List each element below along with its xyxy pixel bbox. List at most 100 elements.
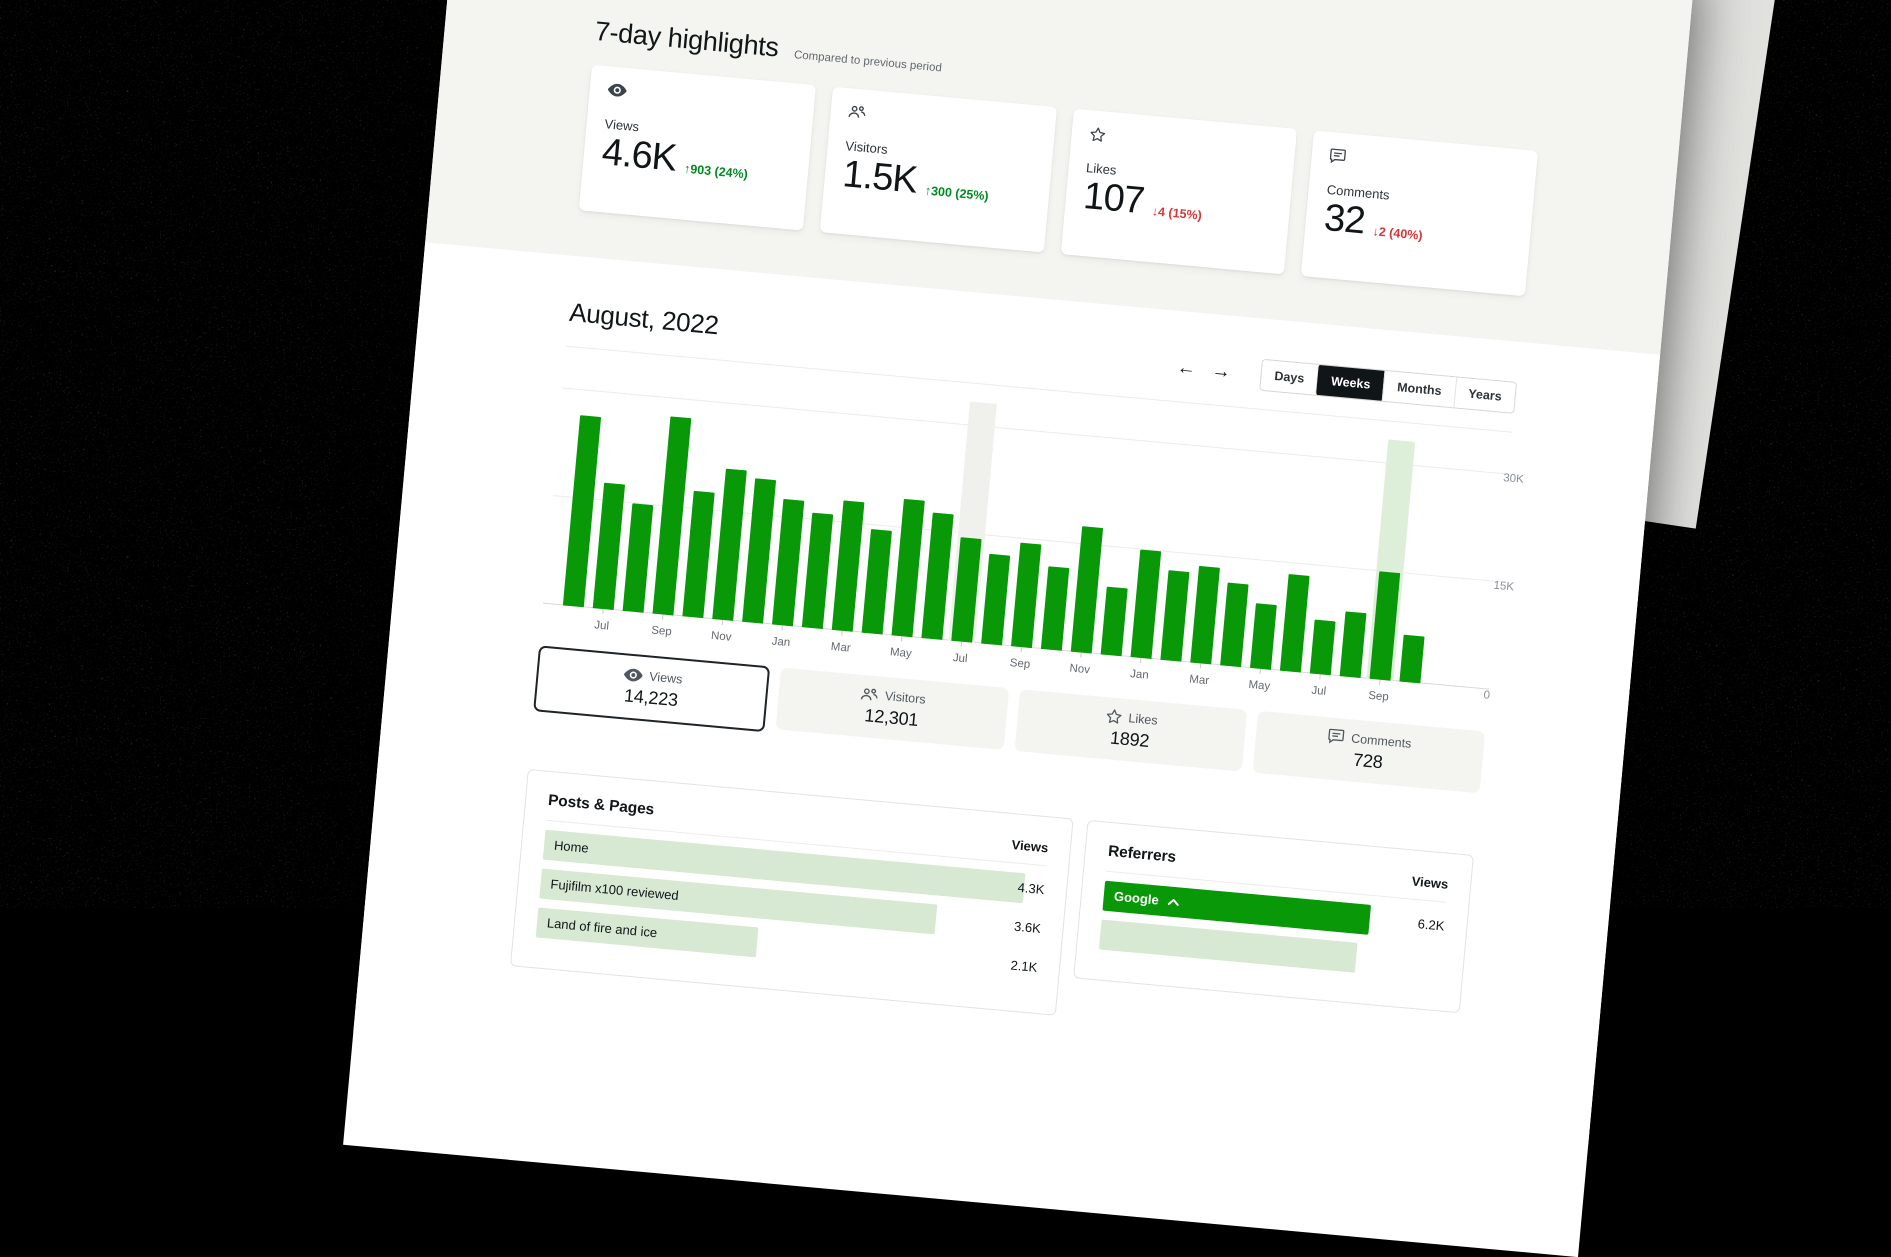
list-item-views: 2.1K (1009, 951, 1038, 983)
x-axis-label: May (1248, 668, 1271, 688)
x-axis-label: Sep (1368, 679, 1391, 699)
card-value: 4.6K (600, 133, 677, 179)
x-axis-label: Jul (591, 608, 614, 628)
chart-bar[interactable] (712, 468, 747, 620)
metric-tab-value: 728 (1352, 749, 1383, 773)
next-period-button[interactable]: → (1203, 360, 1240, 382)
x-axis-label: Nov (711, 619, 734, 639)
chart-bar[interactable] (1310, 620, 1336, 676)
views-column-header: Views (1011, 837, 1049, 855)
chart-bar[interactable] (1280, 574, 1310, 673)
x-axis-label: Jan (1129, 657, 1152, 677)
trend-up-badge: ↑903 (24%) (684, 162, 749, 182)
x-axis-label: Jul (1308, 673, 1331, 693)
x-axis-label: Nov (1069, 652, 1092, 672)
list-item-views: 3.6K (1013, 912, 1042, 944)
chart-bar[interactable] (1071, 526, 1103, 653)
metric-tab-likes[interactable]: Likes 1892 (1014, 689, 1247, 771)
comment-icon (1329, 148, 1519, 183)
highlights-subtitle: Compared to previous period (793, 49, 942, 74)
tab-weeks[interactable]: Weeks (1315, 364, 1386, 402)
views-column-header: Views (1411, 873, 1449, 891)
chart-bar[interactable] (772, 499, 804, 626)
star-icon (1105, 709, 1122, 724)
trend-up-badge: ↑300 (25%) (924, 183, 989, 203)
metric-tab-comments[interactable]: Comments 728 (1252, 711, 1485, 793)
chart-bar[interactable] (1220, 583, 1248, 667)
period-controls: ← → Days Weeks Months Years (1167, 350, 1517, 413)
stats-page: 7-day highlights Compared to previous pe… (343, 0, 1695, 1257)
chart-bar[interactable] (1101, 586, 1128, 656)
card-value: 107 (1082, 177, 1146, 222)
tab-years[interactable]: Years (1453, 377, 1516, 412)
comments-highlight-card: Comments 32 ↓2 (40%) (1301, 131, 1538, 297)
chart-bar[interactable] (1340, 612, 1367, 678)
tab-months[interactable]: Months (1382, 371, 1456, 407)
eye-icon (607, 82, 797, 117)
x-axis-label: Sep (651, 614, 674, 634)
people-icon (860, 686, 878, 701)
chart-bar[interactable] (1190, 566, 1220, 665)
tab-days[interactable]: Days (1260, 360, 1318, 395)
chart-bar[interactable] (1131, 549, 1162, 658)
visitors-highlight-card: Visitors 1.5K ↑300 (25%) (820, 87, 1057, 253)
chart-bar[interactable] (892, 499, 925, 637)
metric-tab-views[interactable]: Views 14,223 (533, 645, 770, 732)
traffic-section: August, 2022 ← → Days Weeks Months Years… (353, 242, 1660, 1144)
x-axis-label: Mar (830, 630, 853, 650)
chart-bar[interactable] (682, 491, 714, 618)
metric-tab-value: 14,223 (623, 685, 679, 711)
chart-bar[interactable] (832, 501, 865, 632)
posts-pages-card: Posts & Pages Views Home 4.3K Fujifilm x… (510, 769, 1074, 1016)
referrers-title: Referrers (1107, 843, 1176, 867)
card-value: 1.5K (841, 155, 918, 201)
comment-icon (1328, 729, 1345, 744)
chart-bar[interactable] (1250, 603, 1277, 669)
star-icon (1088, 126, 1278, 161)
chart-bar[interactable] (623, 503, 654, 612)
y-axis-tick: 30K (1503, 472, 1554, 488)
posts-pages-title: Posts & Pages (547, 792, 655, 820)
metric-tab-label: Likes (1128, 711, 1158, 728)
list-item-label: Google (1113, 882, 1160, 916)
x-axis-label: Sep (1009, 646, 1032, 666)
metric-tab-label: Comments (1351, 731, 1412, 750)
x-axis-label: May (890, 635, 913, 655)
x-axis-label: Jul (950, 641, 973, 661)
list-item-views: 6.2K (1416, 909, 1445, 941)
eye-icon (623, 667, 643, 683)
chart-bar[interactable] (1041, 566, 1069, 650)
views-highlight-card: Views 4.6K ↑903 (24%) (579, 65, 816, 231)
detail-cards-row: Posts & Pages Views Home 4.3K Fujifilm x… (510, 769, 1474, 1052)
chart-bar[interactable] (593, 483, 625, 610)
likes-highlight-card: Likes 107 ↓4 (15%) (1060, 109, 1297, 275)
list-item-views: 4.3K (1016, 873, 1045, 905)
chart-bar[interactable] (1399, 635, 1424, 684)
x-axis-label: Mar (1189, 662, 1212, 682)
month-title: August, 2022 (568, 296, 720, 340)
chart-bar[interactable] (1011, 542, 1041, 648)
previous-period-button[interactable]: ← (1168, 357, 1205, 379)
chevron-up-icon[interactable] (1167, 897, 1180, 906)
chart-bar[interactable] (981, 554, 1010, 646)
chart-bar[interactable] (802, 512, 833, 629)
metric-tab-value: 12,301 (864, 705, 920, 731)
people-icon (848, 104, 1038, 139)
metric-tab-visitors[interactable]: Visitors 12,301 (776, 667, 1009, 749)
trend-down-badge: ↓4 (15%) (1151, 204, 1202, 222)
metric-tab-label: Views (649, 669, 683, 686)
chart-bar[interactable] (921, 513, 953, 640)
highlights-title: 7-day highlights (594, 16, 780, 64)
chart-bar[interactable] (1160, 570, 1189, 662)
chart-bar[interactable] (862, 529, 892, 635)
metric-tab-label: Visitors (884, 688, 926, 706)
metric-tab-value: 1892 (1109, 727, 1150, 751)
x-axis-label: Jan (770, 624, 793, 644)
y-axis-tick: 0 (1483, 689, 1534, 705)
y-axis-tick: 15K (1493, 580, 1544, 596)
card-value: 32 (1322, 199, 1366, 242)
trend-down-badge: ↓2 (40%) (1372, 224, 1423, 242)
referrers-card: Referrers Views Google 6.2K (1073, 820, 1474, 1013)
period-tab-group: Days Weeks Months Years (1259, 359, 1517, 414)
chart-bar[interactable] (742, 478, 776, 623)
